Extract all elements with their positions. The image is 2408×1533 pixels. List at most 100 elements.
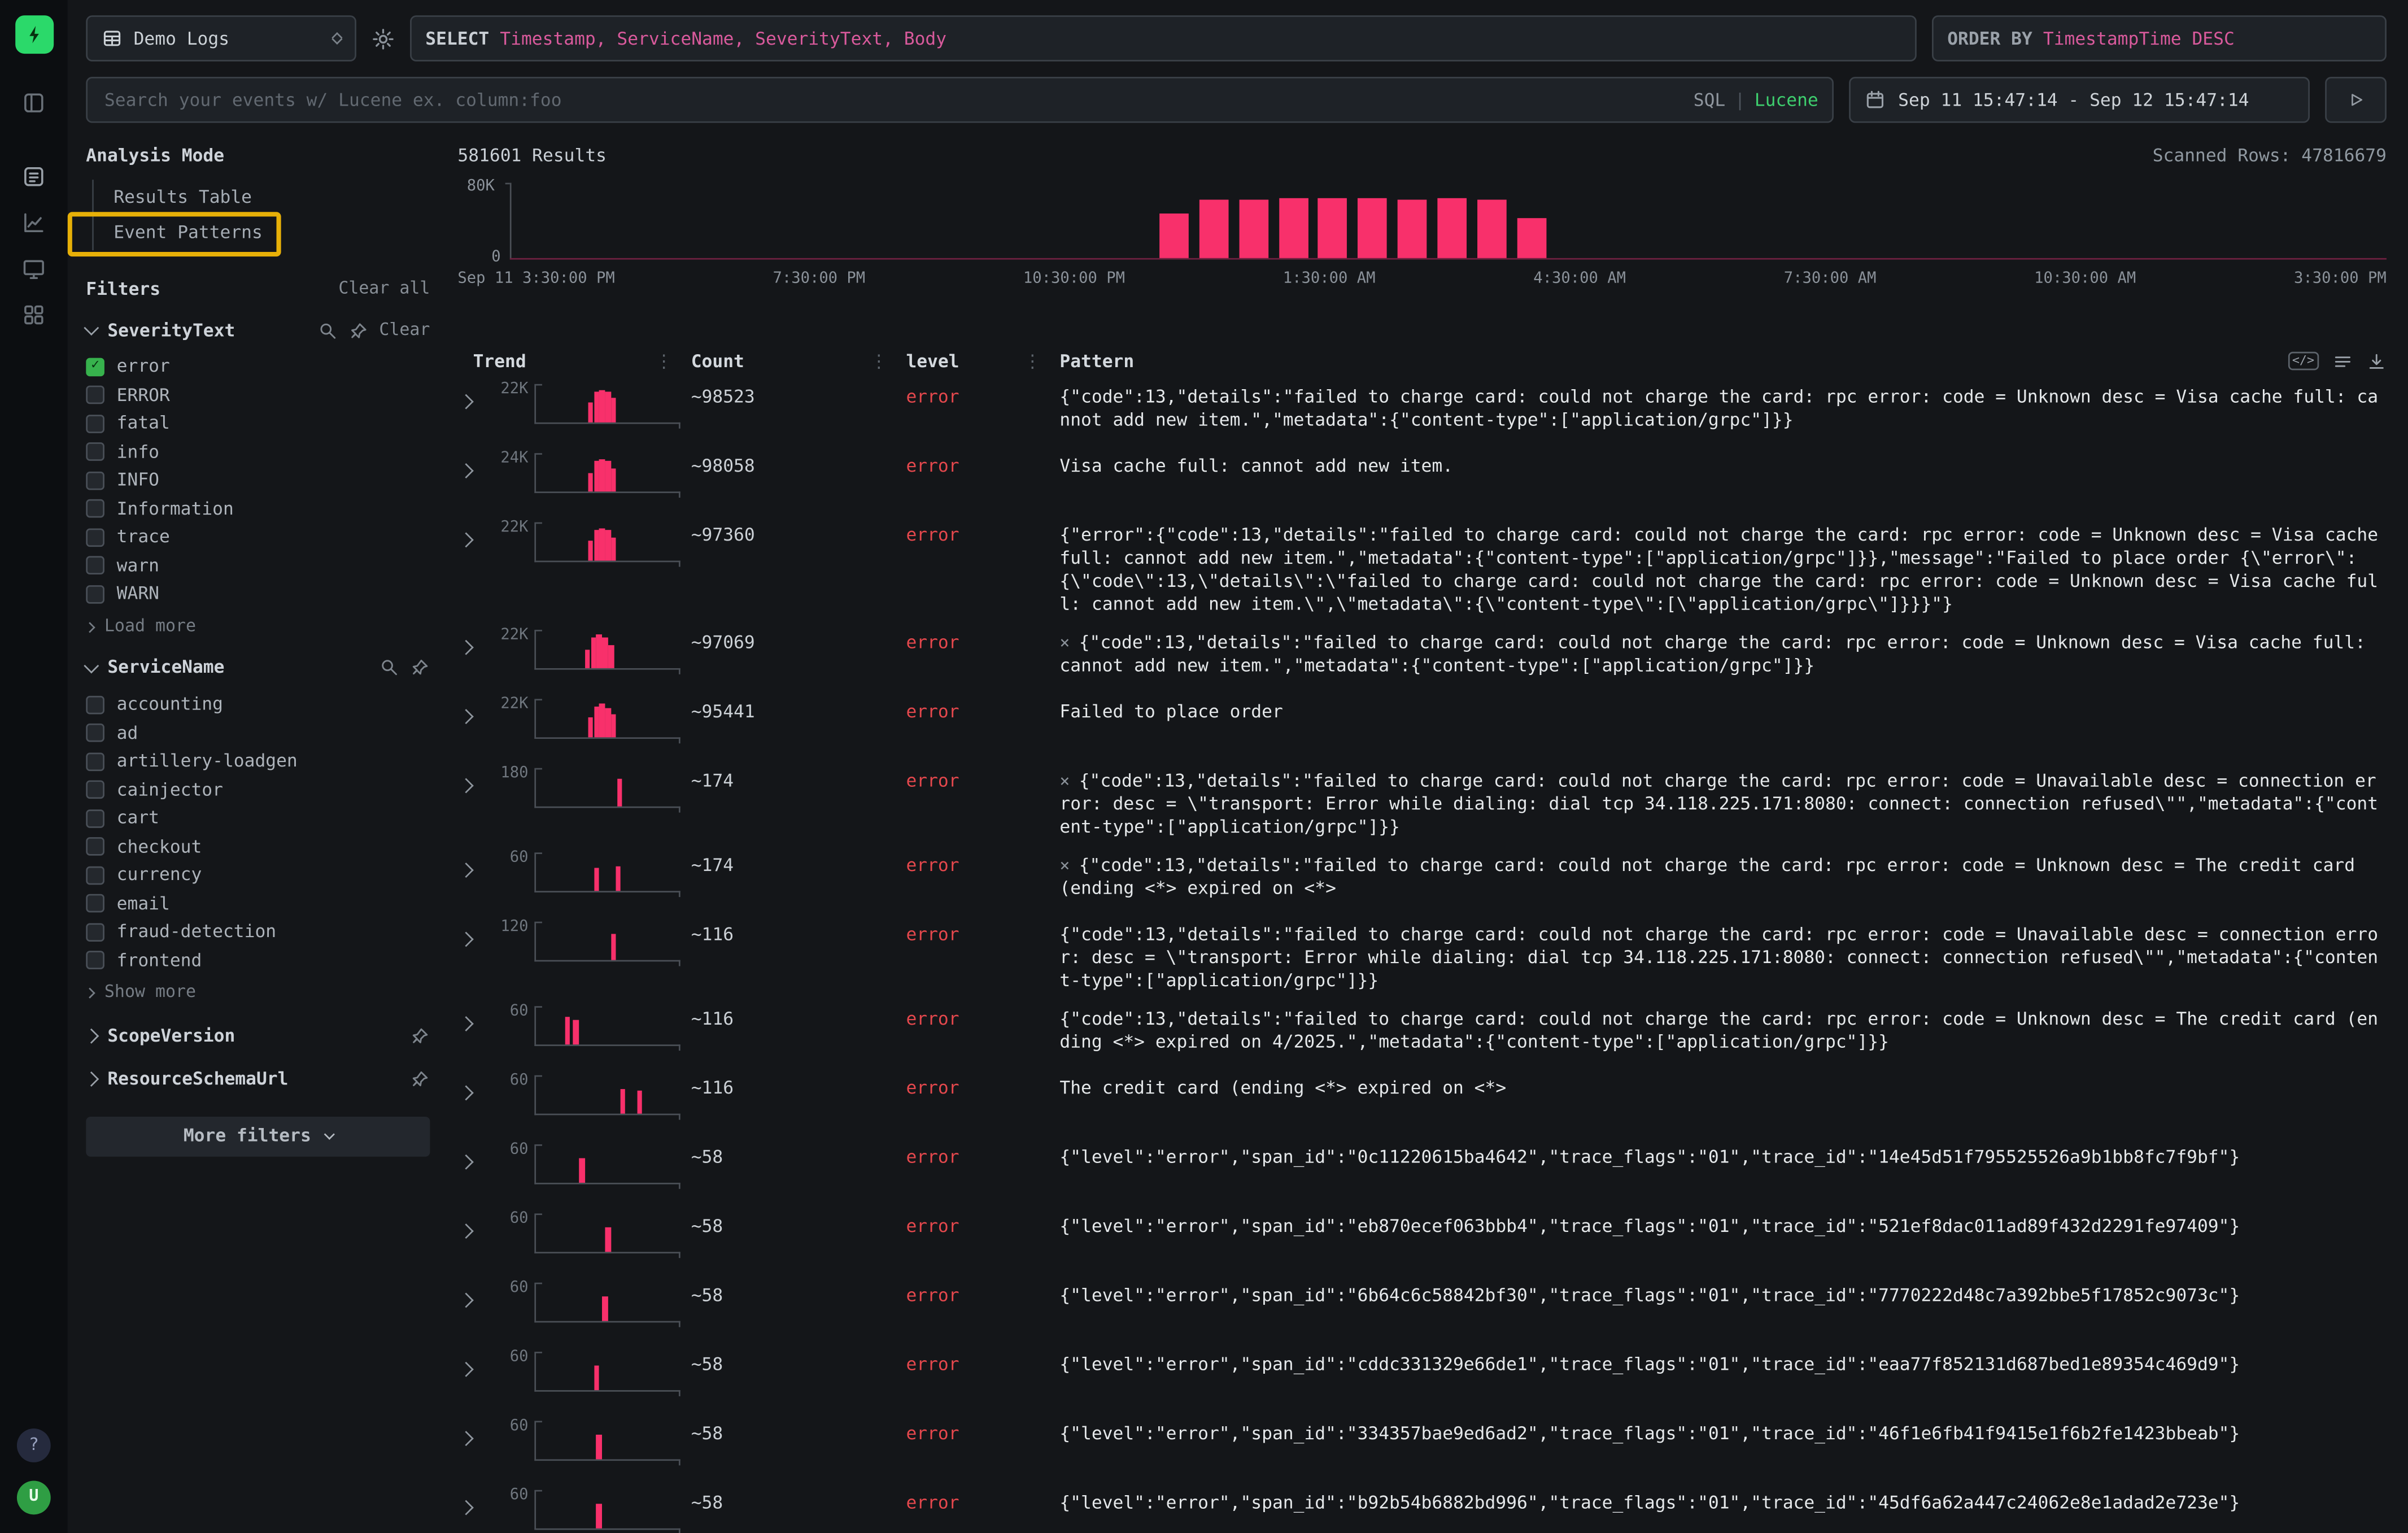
sql-select-input[interactable]: SELECT Timestamp, ServiceName, SeverityT…	[410, 15, 1917, 62]
search-input[interactable]	[101, 87, 1681, 113]
table-row[interactable]: 60~58error{"level":"error","span_id":"cd…	[457, 1343, 2387, 1412]
checkbox[interactable]	[86, 724, 104, 742]
filter-option-error[interactable]: ✓error	[86, 353, 430, 381]
pin-icon[interactable]	[410, 1069, 430, 1088]
pattern-cell[interactable]: ×{"code":13,"details":"failed to charge …	[1059, 768, 2387, 839]
table-row[interactable]: 22K~97360error{"error":{"code":13,"detai…	[457, 515, 2387, 622]
checkbox[interactable]	[86, 809, 104, 828]
filter-option-artillery-loadgen[interactable]: artillery-loadgen	[86, 747, 430, 776]
run-query-button[interactable]	[2325, 77, 2387, 123]
orderby-input[interactable]: ORDER BY TimestampTime DESC	[1932, 15, 2387, 62]
checkbox[interactable]	[86, 500, 104, 519]
table-row[interactable]: 22K~98523error{"code":13,"details":"fail…	[457, 376, 2387, 445]
pattern-cell[interactable]: {"code":13,"details":"failed to charge c…	[1059, 384, 2387, 432]
column-menu-icon[interactable]: ⋮	[1023, 350, 1041, 373]
analysis-mode-results-table[interactable]: Results Table	[94, 180, 430, 215]
table-row[interactable]: 24K~98058errorVisa cache full: cannot ad…	[457, 445, 2387, 514]
table-row[interactable]: 60~116error{"code":13,"details":"failed …	[457, 998, 2387, 1067]
table-row[interactable]: 180~174error×{"code":13,"details":"faile…	[457, 760, 2387, 844]
filter-option-frontend[interactable]: frontend	[86, 946, 430, 974]
severitytext-header[interactable]: SeverityText Clear	[86, 319, 430, 342]
checkbox[interactable]	[86, 752, 104, 771]
search-bar[interactable]: SQL | Lucene	[86, 77, 1834, 123]
pattern-cell[interactable]: {"code":13,"details":"failed to charge c…	[1059, 1005, 2387, 1053]
row-expand-chevron[interactable]	[457, 453, 488, 482]
user-avatar[interactable]: U	[17, 1481, 51, 1515]
table-row[interactable]: 60~58error{"level":"error","span_id":"6b…	[457, 1274, 2387, 1343]
row-expand-chevron[interactable]	[457, 1351, 488, 1380]
filter-option-accounting[interactable]: accounting	[86, 690, 430, 718]
checkbox[interactable]	[86, 557, 104, 576]
more-filters-button[interactable]: More filters	[86, 1116, 430, 1156]
filter-option-fatal[interactable]: fatal	[86, 410, 430, 438]
query-language-toggle[interactable]: SQL | Lucene	[1694, 88, 1818, 111]
pattern-cell[interactable]: Failed to place order	[1059, 698, 2387, 722]
filter-option-ERROR[interactable]: ERROR	[86, 381, 430, 410]
filter-option-trace[interactable]: trace	[86, 523, 430, 551]
download-icon[interactable]	[2367, 351, 2387, 371]
table-row[interactable]: 120~116error{"code":13,"details":"failed…	[457, 913, 2387, 998]
show-more-link[interactable]: Show more	[86, 982, 430, 1004]
checkbox-checked[interactable]: ✓	[86, 358, 104, 376]
toggle-lucene[interactable]: Lucene	[1755, 88, 1818, 111]
gear-icon[interactable]	[372, 27, 395, 50]
checkbox[interactable]	[86, 528, 104, 547]
checkbox[interactable]	[86, 866, 104, 885]
filter-option-currency[interactable]: currency	[86, 861, 430, 889]
checkbox[interactable]	[86, 415, 104, 433]
help-icon[interactable]: ?	[17, 1429, 51, 1462]
table-row[interactable]: 60~58error{"level":"error","span_id":"eb…	[457, 1205, 2387, 1274]
pattern-cell[interactable]: {"level":"error","span_id":"0c11220615ba…	[1059, 1144, 2387, 1168]
pattern-cell[interactable]: The credit card (ending <*> expired on <…	[1059, 1075, 2387, 1099]
pin-icon[interactable]	[410, 658, 430, 678]
row-expand-chevron[interactable]	[457, 1075, 488, 1104]
checkbox[interactable]	[86, 951, 104, 970]
row-expand-chevron[interactable]	[457, 1490, 488, 1518]
row-expand-chevron[interactable]	[457, 1005, 488, 1034]
checkbox[interactable]	[86, 585, 104, 604]
table-row[interactable]: 60~58error{"level":"error","span_id":"33…	[457, 1413, 2387, 1482]
sidebar-toggle-icon[interactable]	[21, 90, 46, 115]
pattern-cell[interactable]: {"code":13,"details":"failed to charge c…	[1059, 921, 2387, 992]
analysis-mode-event-patterns[interactable]: Event Patterns	[94, 215, 430, 250]
load-more-link[interactable]: Load more	[86, 616, 430, 638]
row-density-icon[interactable]	[2333, 351, 2353, 371]
filter-option-warn[interactable]: warn	[86, 552, 430, 580]
checkbox[interactable]	[86, 922, 104, 941]
pattern-cell[interactable]: {"level":"error","span_id":"b92b54b6882b…	[1059, 1490, 2387, 1514]
row-expand-chevron[interactable]	[457, 852, 488, 881]
search-icon[interactable]	[379, 658, 399, 678]
checkbox[interactable]	[86, 472, 104, 490]
table-row[interactable]: 22K~97069error×{"code":13,"details":"fai…	[457, 621, 2387, 690]
screens-icon[interactable]	[21, 256, 46, 281]
checkbox[interactable]	[86, 386, 104, 405]
pin-icon[interactable]	[410, 1026, 430, 1046]
pattern-cell[interactable]: {"level":"error","span_id":"cddc331329e6…	[1059, 1351, 2387, 1375]
row-expand-chevron[interactable]	[457, 384, 488, 413]
row-expand-chevron[interactable]	[457, 921, 488, 950]
chart-icon[interactable]	[21, 211, 46, 236]
severity-clear-button[interactable]: Clear	[379, 320, 430, 342]
checkbox[interactable]	[86, 894, 104, 913]
table-row[interactable]: 60~58error{"level":"error","span_id":"b9…	[457, 1482, 2387, 1533]
checkbox[interactable]	[86, 695, 104, 714]
checkbox[interactable]	[86, 781, 104, 799]
column-header-pattern[interactable]: Pattern	[1059, 350, 1134, 373]
checkbox[interactable]	[86, 838, 104, 856]
row-expand-chevron[interactable]	[457, 1144, 488, 1173]
table-row[interactable]: 22K~95441errorFailed to place order	[457, 691, 2387, 760]
row-expand-chevron[interactable]	[457, 1282, 488, 1311]
filter-option-info[interactable]: info	[86, 438, 430, 467]
pattern-cell[interactable]: {"level":"error","span_id":"eb870ecef063…	[1059, 1213, 2387, 1237]
checkbox[interactable]	[86, 443, 104, 461]
row-expand-chevron[interactable]	[457, 629, 488, 658]
row-expand-chevron[interactable]	[457, 768, 488, 796]
servicename-header[interactable]: ServiceName	[86, 657, 430, 680]
column-header-count[interactable]: Count	[691, 350, 744, 373]
filter-option-WARN[interactable]: WARN	[86, 580, 430, 608]
filter-option-email[interactable]: email	[86, 889, 430, 917]
table-row[interactable]: 60~116errorThe credit card (ending <*> e…	[457, 1067, 2387, 1136]
row-expand-chevron[interactable]	[457, 522, 488, 551]
filter-option-ad[interactable]: ad	[86, 718, 430, 747]
table-row[interactable]: 60~174error×{"code":13,"details":"failed…	[457, 844, 2387, 913]
